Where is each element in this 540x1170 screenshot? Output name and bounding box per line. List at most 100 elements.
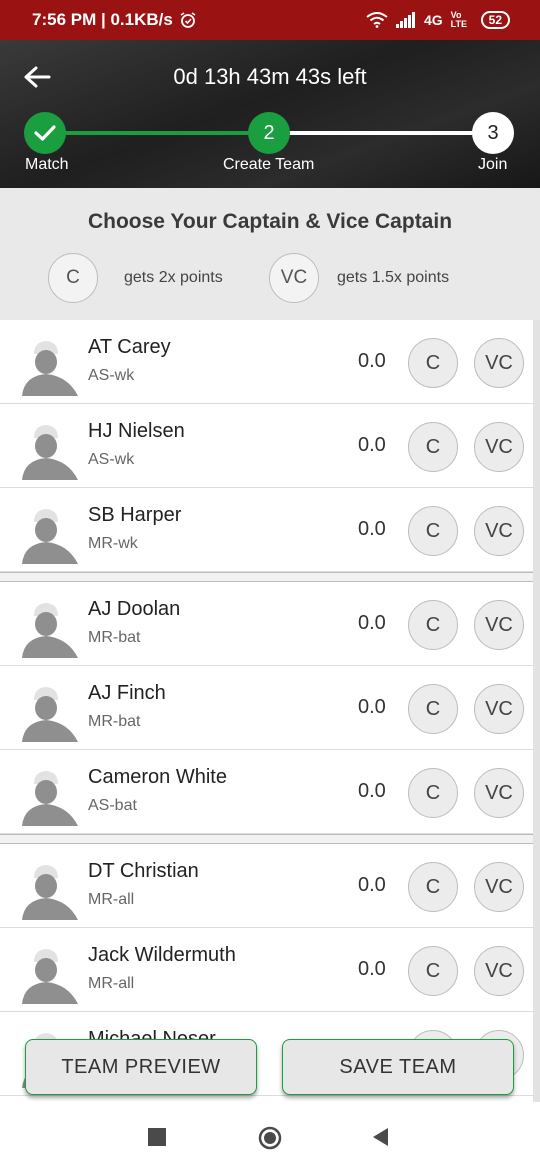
player-points: 0.0	[358, 780, 386, 802]
network-type: 4G	[423, 12, 443, 28]
list-scrollbar[interactable]	[533, 320, 540, 1120]
make-vice-captain-button[interactable]: VC	[474, 422, 524, 472]
player-silhouette-icon	[22, 341, 78, 396]
player-row: AJ Finch MR-bat 0.0 C VC	[0, 666, 533, 750]
stepper-progress-remaining	[269, 131, 493, 135]
player-avatar	[20, 684, 80, 742]
make-captain-button[interactable]: C	[408, 338, 458, 388]
player-avatar	[20, 422, 80, 480]
make-captain-button[interactable]: C	[408, 862, 458, 912]
system-nav-bar	[0, 1102, 540, 1170]
header: 0d 13h 43m 43s left 2 3 Match Create Tea…	[0, 40, 540, 188]
make-captain-button[interactable]: C	[408, 506, 458, 556]
player-row: AT Carey AS-wk 0.0 C VC	[0, 320, 533, 404]
player-points: 0.0	[358, 874, 386, 896]
player-role: MR-all	[88, 891, 135, 908]
group-divider	[0, 834, 533, 844]
save-team-button[interactable]: SAVE TEAM	[282, 1039, 514, 1095]
step-label-create-team: Create Team	[223, 156, 315, 173]
captain-info-panel: Choose Your Captain & Vice Captain C get…	[0, 188, 540, 320]
triangle-back-icon	[373, 1128, 388, 1146]
player-avatar	[20, 600, 80, 658]
player-avatar	[20, 862, 80, 920]
player-name: SB Harper	[88, 504, 182, 526]
make-vice-captain-button[interactable]: VC	[474, 600, 524, 650]
player-name: AT Carey	[88, 336, 171, 358]
status-time: 7:56 PM | 0.1KB/s	[32, 10, 173, 29]
make-vice-captain-button[interactable]: VC	[474, 768, 524, 818]
player-silhouette-icon	[22, 687, 78, 742]
alarm-icon	[180, 12, 196, 28]
make-vice-captain-button[interactable]: VC	[474, 338, 524, 388]
player-silhouette-icon	[22, 425, 78, 480]
player-points: 0.0	[358, 434, 386, 456]
home-circle-icon	[258, 1126, 282, 1150]
player-name: AJ Finch	[88, 682, 166, 704]
step-join: 3	[472, 112, 514, 154]
lte-badge: Vo LTE	[450, 10, 467, 29]
status-bar: 7:56 PM | 0.1KB/s 4G Vo LTE 52	[0, 0, 540, 40]
player-avatar	[20, 946, 80, 1004]
player-silhouette-icon	[22, 509, 78, 564]
player-name: HJ Nielsen	[88, 420, 185, 442]
team-preview-button[interactable]: TEAM PREVIEW	[25, 1039, 257, 1095]
player-row: HJ Nielsen AS-wk 0.0 C VC	[0, 404, 533, 488]
player-role: MR-all	[88, 975, 135, 992]
player-row: Jack Wildermuth MR-all 0.0 C VC	[0, 928, 533, 1012]
player-list[interactable]: AT Carey AS-wk 0.0 C VC HJ Nielsen AS-wk…	[0, 320, 533, 1120]
player-name: DT Christian	[88, 860, 199, 882]
player-silhouette-icon	[22, 949, 78, 1004]
page-title: Choose Your Captain & Vice Captain	[87, 210, 453, 233]
make-vice-captain-button[interactable]: VC	[474, 684, 524, 734]
make-captain-button[interactable]: C	[408, 600, 458, 650]
make-vice-captain-button[interactable]: VC	[474, 862, 524, 912]
player-silhouette-icon	[22, 865, 78, 920]
player-row: DT Christian MR-all 0.0 C VC	[0, 844, 533, 928]
home-button[interactable]	[258, 1126, 282, 1150]
player-points: 0.0	[358, 350, 386, 372]
step-label-join: Join	[478, 156, 508, 173]
make-captain-button[interactable]: C	[408, 946, 458, 996]
vice-captain-legend-text: gets 1.5x points	[337, 269, 450, 286]
make-vice-captain-button[interactable]: VC	[474, 946, 524, 996]
make-captain-button[interactable]: C	[408, 422, 458, 472]
group-divider	[0, 572, 533, 582]
player-silhouette-icon	[22, 603, 78, 658]
player-name: Jack Wildermuth	[88, 944, 236, 966]
player-name: AJ Doolan	[88, 598, 181, 620]
make-captain-button[interactable]: C	[408, 768, 458, 818]
step-match	[24, 112, 66, 154]
stepper-progress-done	[45, 131, 269, 135]
checkmark-icon	[34, 125, 56, 141]
player-points: 0.0	[358, 612, 386, 634]
player-role: AS-wk	[88, 451, 135, 468]
player-name: Cameron White	[88, 766, 227, 788]
recents-button[interactable]	[148, 1128, 166, 1146]
captain-legend-text: gets 2x points	[124, 269, 223, 286]
step-create-team: 2	[248, 112, 290, 154]
vice-captain-legend-badge: VC	[269, 253, 319, 303]
player-points: 0.0	[358, 958, 386, 980]
signal-icon	[395, 12, 415, 28]
player-role: MR-bat	[88, 629, 141, 646]
captain-legend-badge: C	[48, 253, 98, 303]
player-points: 0.0	[358, 518, 386, 540]
bottom-action-bar: TEAM PREVIEW SAVE TEAM	[0, 1030, 540, 1102]
player-avatar	[20, 506, 80, 564]
make-vice-captain-button[interactable]: VC	[474, 506, 524, 556]
player-role: MR-wk	[88, 535, 138, 552]
player-role: AS-bat	[88, 797, 137, 814]
player-silhouette-icon	[22, 771, 78, 826]
player-row: Cameron White AS-bat 0.0 C VC	[0, 750, 533, 834]
wifi-icon	[366, 12, 388, 28]
step-label-match: Match	[25, 156, 69, 173]
player-avatar	[20, 768, 80, 826]
player-role: MR-bat	[88, 713, 141, 730]
make-captain-button[interactable]: C	[408, 684, 458, 734]
battery-indicator: 52	[480, 11, 510, 29]
player-role: AS-wk	[88, 367, 135, 384]
system-back-button[interactable]	[370, 1126, 390, 1148]
player-avatar	[20, 338, 80, 396]
player-points: 0.0	[358, 696, 386, 718]
countdown-timer: 0d 13h 43m 43s left	[173, 64, 367, 89]
